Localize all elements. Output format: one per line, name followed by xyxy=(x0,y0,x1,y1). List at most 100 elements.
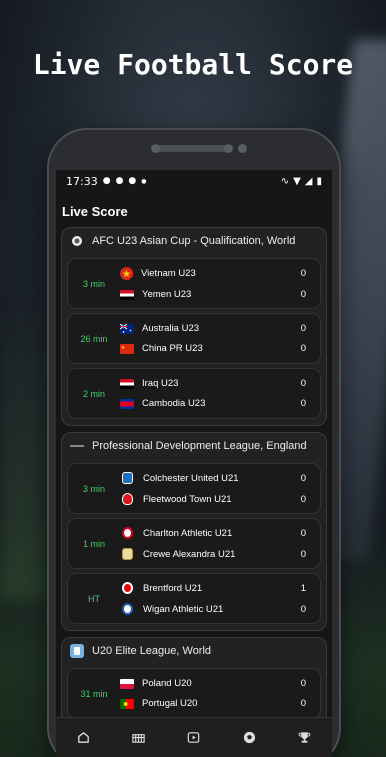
nav-video[interactable] xyxy=(177,721,211,755)
home-team-score: 0 xyxy=(300,678,306,689)
away-team-name: Wigan Athletic U21 xyxy=(143,603,224,615)
away-team-score: 0 xyxy=(300,398,306,409)
league-name: AFC U23 Asian Cup - Qualification, World xyxy=(92,235,296,247)
home-icon xyxy=(78,732,89,743)
match-time: 26 min xyxy=(80,333,108,344)
home-team: Brentford U21 1 xyxy=(120,582,306,594)
league-header[interactable]: Professional Development League, England xyxy=(62,433,326,459)
football-icon xyxy=(243,731,255,744)
promo-headline: Live Football Score xyxy=(32,48,354,81)
home-team-name: Australia U23 xyxy=(142,323,200,334)
away-team-name: Portugal U20 xyxy=(142,698,198,709)
wigan-crest-icon xyxy=(122,603,133,615)
home-team-name: Brentford U21 xyxy=(143,582,203,594)
phone-camera xyxy=(224,144,233,153)
league-card: U20 Elite League, World 31 min Poland U2… xyxy=(61,637,327,726)
colchester-crest-icon xyxy=(122,472,133,484)
away-team-name: Yemen U23 xyxy=(142,289,192,300)
home-team: Poland U20 0 xyxy=(120,678,306,689)
match-row[interactable]: 2 min Iraq U23 0 Cambodia U23 0 xyxy=(67,368,321,419)
home-team-score: 0 xyxy=(300,268,306,279)
iraq-flag-icon xyxy=(120,378,134,389)
home-team-score: 0 xyxy=(300,378,306,389)
away-team: China PR U23 0 xyxy=(120,343,306,354)
match-row[interactable]: 31 min Poland U20 0 Portugal U20 0 xyxy=(67,668,321,719)
page-title: Live Score xyxy=(62,204,128,219)
home-team: Iraq U23 0 xyxy=(120,378,306,389)
league-name: Professional Development League, England xyxy=(92,440,307,452)
battery-icon: ▮ xyxy=(316,175,322,187)
phone-speaker xyxy=(155,145,233,152)
match-time: 3 min xyxy=(82,483,105,494)
u20-league-logo-icon xyxy=(70,644,84,658)
away-team-name: Cambodia U23 xyxy=(142,398,206,409)
nav-football[interactable] xyxy=(232,721,266,755)
match-row[interactable]: 3 min Vietnam U23 0 Yemen U23 0 xyxy=(67,258,321,309)
app-screen: 17:33 ● ● ● ● ∿ ▼ ◢ ▮ Live Score AFC U23… xyxy=(56,170,332,757)
match-time: HT xyxy=(88,593,100,604)
away-team: Fleetwood Town U21 0 xyxy=(120,493,306,505)
poland-flag-icon xyxy=(120,678,134,689)
home-team-score: 0 xyxy=(300,527,306,539)
nav-stadium[interactable] xyxy=(122,721,156,755)
away-team: Cambodia U23 0 xyxy=(120,398,306,409)
fleetwood-crest-icon xyxy=(122,493,133,505)
away-team-score: 0 xyxy=(300,603,306,615)
match-row[interactable]: HT Brentford U21 1 Wigan Athletic U21 0 xyxy=(67,573,321,624)
league-name: U20 Elite League, World xyxy=(92,645,212,657)
match-row[interactable]: 3 min Colchester United U21 0 Fleetwood … xyxy=(67,463,321,514)
away-team-name: China PR U23 xyxy=(142,343,203,354)
league-card: Professional Development League, England… xyxy=(61,432,327,631)
notification-dot-icon: ● xyxy=(141,177,147,185)
away-team: Crewe Alexandra U21 0 xyxy=(120,548,306,560)
home-team-score: 1 xyxy=(300,582,306,594)
snapchat-icon: ● xyxy=(128,176,137,186)
away-team-score: 0 xyxy=(300,289,306,300)
snapchat-icon: ● xyxy=(102,176,111,186)
away-team: Wigan Athletic U21 0 xyxy=(120,603,306,615)
vibrate-icon: ∿ xyxy=(280,175,290,187)
home-team: Vietnam U23 0 xyxy=(120,267,306,280)
nav-home[interactable] xyxy=(67,721,101,755)
crewe-crest-icon xyxy=(122,548,133,560)
wifi-icon: ▼ xyxy=(293,175,301,187)
league-header[interactable]: AFC U23 Asian Cup - Qualification, World xyxy=(62,228,326,254)
home-team-score: 0 xyxy=(300,472,306,484)
away-team: Yemen U23 0 xyxy=(120,289,306,300)
home-team: Australia U23 0 xyxy=(120,323,306,334)
vietnam-flag-icon xyxy=(120,267,133,280)
home-team-name: Colchester United U21 xyxy=(143,472,239,484)
home-team-name: Poland U20 xyxy=(142,678,192,689)
status-time: 17:33 xyxy=(66,174,98,188)
home-team-score: 0 xyxy=(300,323,306,334)
away-team-name: Crewe Alexandra U21 xyxy=(143,548,236,560)
match-row[interactable]: 26 min Australia U23 0 China PR U23 0 xyxy=(67,313,321,364)
video-icon xyxy=(188,732,200,743)
trophy-icon xyxy=(298,732,311,743)
phone-sensor-2 xyxy=(238,144,247,153)
charlton-crest-icon xyxy=(122,527,133,539)
snapchat-icon: ● xyxy=(115,176,124,186)
league-card: AFC U23 Asian Cup - Qualification, World… xyxy=(61,227,327,426)
away-team: Portugal U20 0 xyxy=(120,698,306,709)
home-team-name: Iraq U23 xyxy=(142,378,179,389)
signal-icon: ◢ xyxy=(304,175,313,187)
home-team: Charlton Athletic U21 0 xyxy=(120,527,306,539)
bottom-navigation xyxy=(56,717,332,757)
match-time: 3 min xyxy=(82,278,105,289)
nav-trophy[interactable] xyxy=(287,721,321,755)
yemen-flag-icon xyxy=(120,289,134,300)
match-row[interactable]: 1 min Charlton Athletic U21 0 Crewe Alex… xyxy=(67,518,321,569)
stadium-icon xyxy=(132,734,145,743)
afc-logo-icon xyxy=(70,234,84,248)
china-flag-icon xyxy=(120,343,134,354)
phone-sensor xyxy=(151,144,160,153)
australia-flag-icon xyxy=(120,323,134,334)
away-team-name: Fleetwood Town U21 xyxy=(143,493,232,505)
away-team-score: 0 xyxy=(300,493,306,505)
portugal-flag-icon xyxy=(120,698,134,709)
home-team: Colchester United U21 0 xyxy=(120,472,306,484)
league-header[interactable]: U20 Elite League, World xyxy=(62,638,326,664)
status-bar: 17:33 ● ● ● ● ∿ ▼ ◢ ▮ xyxy=(56,170,332,192)
home-team-name: Vietnam U23 xyxy=(141,268,196,279)
